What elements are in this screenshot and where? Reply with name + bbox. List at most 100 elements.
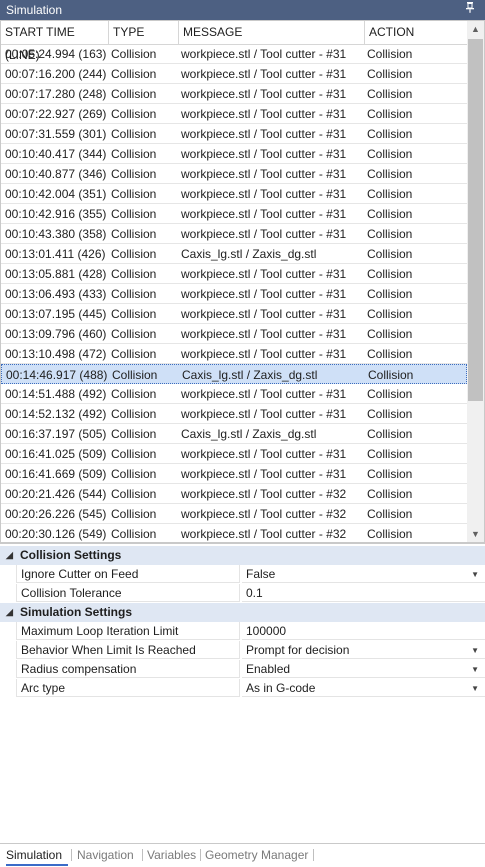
cell-start-time: 00:10:42.004 (351): [5, 187, 107, 201]
cell-start-time: 00:20:21.426 (544): [5, 487, 107, 501]
cell-message: Caxis_lg.stl / Zaxis_dg.stl: [181, 427, 317, 441]
table-row[interactable]: 00:10:42.004 (351) Collision workpiece.stl…: [1, 184, 467, 204]
tab-variables[interactable]: Variables: [147, 844, 199, 866]
cell-type: Collision: [111, 267, 157, 281]
cell-message: workpiece.stl / Tool cutter - #31: [181, 67, 347, 81]
property-value[interactable]: Prompt for decision ▼: [242, 641, 485, 659]
cell-start-time: 00:14:51.488 (492): [5, 387, 107, 401]
pin-icon[interactable]: [463, 0, 477, 20]
table-row[interactable]: 00:14:46.917 (488) Collision Caxis_lg.stl …: [1, 364, 467, 384]
dropdown-arrow-icon[interactable]: ▼: [471, 641, 479, 660]
cell-type: Collision: [111, 427, 157, 441]
table-row[interactable]: 00:13:09.796 (460) Collision workpiece.stl…: [1, 324, 467, 344]
cell-start-time: 00:13:06.493 (433): [5, 287, 107, 301]
dropdown-arrow-icon[interactable]: ▼: [471, 660, 479, 679]
tab-simulation[interactable]: Simulation: [6, 844, 68, 866]
tab-separator: [313, 849, 314, 861]
cell-type: Collision: [111, 47, 157, 61]
cell-type: Collision: [111, 387, 157, 401]
property-row[interactable]: Radius compensation Enabled ▼: [0, 660, 485, 679]
cell-action: Collision: [367, 467, 413, 481]
collapse-triangle-icon[interactable]: ◢: [6, 603, 13, 622]
tab-navigation[interactable]: Navigation: [77, 844, 141, 866]
collapse-triangle-icon[interactable]: ◢: [6, 546, 13, 565]
property-row[interactable]: Behavior When Limit Is Reached Prompt for…: [0, 641, 485, 660]
cell-type: Collision: [111, 147, 157, 161]
table-row[interactable]: 00:10:40.417 (344) Collision workpiece.stl…: [1, 144, 467, 164]
scroll-up-arrow-icon[interactable]: ▲: [467, 21, 484, 37]
cell-action: Collision: [367, 507, 413, 521]
table-row[interactable]: 00:16:37.197 (505) Collision Caxis_lg.stl …: [1, 424, 467, 444]
table-row[interactable]: 00:13:05.881 (428) Collision workpiece.stl…: [1, 264, 467, 284]
scroll-down-arrow-icon[interactable]: ▼: [467, 526, 484, 542]
tab-separator: [142, 849, 143, 861]
property-row[interactable]: Ignore Cutter on Feed False ▼: [0, 565, 485, 584]
cell-message: workpiece.stl / Tool cutter - #31: [181, 267, 347, 281]
property-value[interactable]: As in G-code ▼: [242, 679, 485, 697]
property-category[interactable]: ◢ Simulation Settings: [0, 603, 485, 622]
cell-message: workpiece.stl / Tool cutter - #31: [181, 447, 347, 461]
cell-action: Collision: [367, 87, 413, 101]
cell-type: Collision: [111, 127, 157, 141]
table-row[interactable]: 00:16:41.669 (509) Collision workpiece.stl…: [1, 464, 467, 484]
vertical-scrollbar[interactable]: ▲ ▼: [467, 21, 484, 542]
cell-start-time: 00:13:10.498 (472): [5, 347, 107, 361]
table-row[interactable]: 00:10:42.916 (355) Collision workpiece.stl…: [1, 204, 467, 224]
table-row[interactable]: 00:13:07.195 (445) Collision workpiece.stl…: [1, 304, 467, 324]
cell-start-time: 00:07:31.559 (301): [5, 127, 107, 141]
dropdown-arrow-icon[interactable]: ▼: [471, 565, 479, 584]
cell-action: Collision: [367, 267, 413, 281]
table-row[interactable]: 00:07:31.559 (301) Collision workpiece.stl…: [1, 124, 467, 144]
property-value[interactable]: 100000: [242, 622, 485, 640]
property-category-label: Simulation Settings: [20, 605, 133, 619]
property-value[interactable]: False ▼: [242, 565, 485, 583]
cell-action: Collision: [367, 127, 413, 141]
cell-action: Collision: [367, 407, 413, 421]
cell-message: workpiece.stl / Tool cutter - #31: [181, 307, 347, 321]
property-row[interactable]: Arc type As in G-code ▼: [0, 679, 485, 698]
property-category-label: Collision Settings: [20, 548, 122, 562]
table-row[interactable]: 00:20:26.226 (545) Collision workpiece.stl…: [1, 504, 467, 524]
table-row[interactable]: 00:10:40.877 (346) Collision workpiece.stl…: [1, 164, 467, 184]
cell-type: Collision: [111, 347, 157, 361]
property-value[interactable]: Enabled ▼: [242, 660, 485, 678]
property-value[interactable]: 0.1: [242, 584, 485, 602]
table-row[interactable]: 00:20:30.126 (549) Collision workpiece.stl…: [1, 524, 467, 542]
table-row[interactable]: 00:14:52.132 (492) Collision workpiece.stl…: [1, 404, 467, 424]
cell-type: Collision: [111, 107, 157, 121]
table-row[interactable]: 00:07:16.200 (244) Collision workpiece.stl…: [1, 64, 467, 84]
column-header-type[interactable]: TYPE: [109, 21, 179, 44]
cell-message: workpiece.stl / Tool cutter - #31: [181, 147, 347, 161]
table-row[interactable]: 00:20:21.426 (544) Collision workpiece.stl…: [1, 484, 467, 504]
table-row[interactable]: 00:13:10.498 (472) Collision workpiece.stl…: [1, 344, 467, 364]
table-row[interactable]: 00:14:51.488 (492) Collision workpiece.stl…: [1, 384, 467, 404]
property-value-text: As in G-code: [246, 681, 316, 695]
column-header-message[interactable]: MESSAGE: [179, 21, 365, 44]
cell-start-time: 00:10:42.916 (355): [5, 207, 107, 221]
cell-message: workpiece.stl / Tool cutter - #31: [181, 347, 347, 361]
table-row[interactable]: 00:05:24.994 (163) Collision workpiece.stl…: [1, 44, 467, 64]
table-row[interactable]: 00:13:06.493 (433) Collision workpiece.stl…: [1, 284, 467, 304]
cell-message: workpiece.stl / Tool cutter - #31: [181, 47, 347, 61]
cell-message: workpiece.stl / Tool cutter - #31: [181, 407, 347, 421]
table-row[interactable]: 00:16:41.025 (509) Collision workpiece.stl…: [1, 444, 467, 464]
property-value-text: 100000: [246, 624, 287, 638]
table-row[interactable]: 00:07:17.280 (248) Collision workpiece.stl…: [1, 84, 467, 104]
property-name: Radius compensation: [16, 660, 240, 678]
table-row[interactable]: 00:07:22.927 (269) Collision workpiece.stl…: [1, 104, 467, 124]
cell-type: Collision: [111, 247, 157, 261]
property-row[interactable]: Collision Tolerance 0.1: [0, 584, 485, 603]
table-row[interactable]: 00:10:43.380 (358) Collision workpiece.stl…: [1, 224, 467, 244]
table-row[interactable]: 00:13:01.411 (426) Collision Caxis_lg.stl …: [1, 244, 467, 264]
cell-action: Collision: [368, 368, 414, 382]
property-category[interactable]: ◢ Collision Settings: [0, 546, 485, 565]
property-name: Maximum Loop Iteration Limit: [16, 622, 240, 640]
column-header-action[interactable]: ACTION: [365, 21, 467, 44]
cell-message: Caxis_lg.stl / Zaxis_dg.stl: [181, 247, 317, 261]
dropdown-arrow-icon[interactable]: ▼: [471, 679, 479, 698]
property-row[interactable]: Maximum Loop Iteration Limit 100000: [0, 622, 485, 641]
scrollbar-thumb[interactable]: [468, 39, 483, 401]
cell-start-time: 00:20:26.226 (545): [5, 507, 107, 521]
tab-geometry-manager[interactable]: Geometry Manager: [205, 844, 311, 866]
column-header-start-time[interactable]: START TIME (LINE): [1, 21, 109, 62]
